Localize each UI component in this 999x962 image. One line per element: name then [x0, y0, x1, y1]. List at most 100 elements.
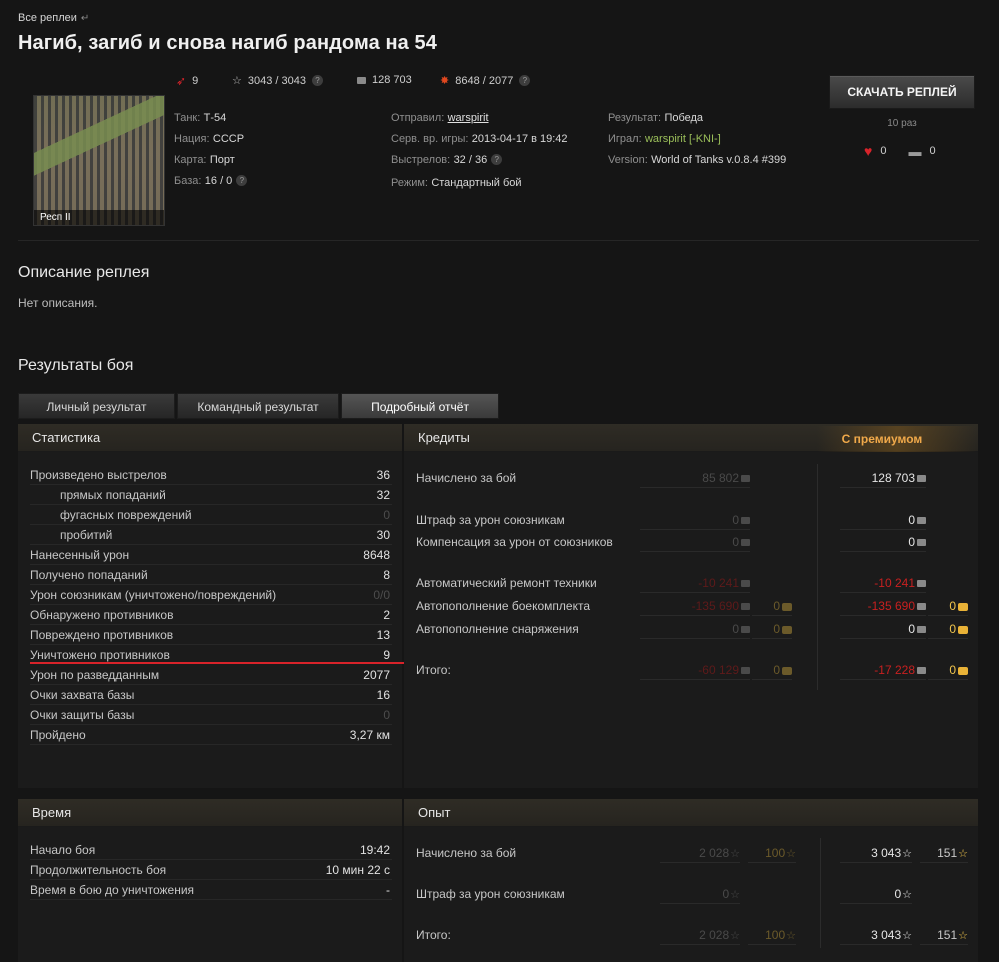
player-name[interactable]: warspirit [-KNI-] — [645, 133, 721, 145]
result-value: Победа — [664, 112, 704, 124]
credits-icon — [741, 539, 750, 547]
xp-base: 2 028☆ — [660, 843, 740, 863]
help-icon[interactable]: ? — [519, 75, 531, 86]
likes-count: 0 — [880, 145, 887, 157]
info-col-1: Танк: Т-54 Нация: СССР Карта: Порт База:… — [174, 110, 374, 194]
column-divider — [820, 838, 821, 948]
credits-icon — [917, 475, 926, 483]
breadcrumb-link[interactable]: Все реплеи — [18, 12, 77, 24]
tab-detailed[interactable]: Подробный отчёт — [341, 393, 499, 419]
map-thumbnail[interactable]: Респ II — [33, 95, 165, 226]
reactions: ♥ 0 ▬ 0 — [864, 143, 936, 159]
server-time-label: Серв. вр. игры: — [391, 133, 469, 145]
base-label: База: — [174, 175, 202, 187]
free-xp-base: 100☆ — [748, 843, 796, 863]
credit-prem: 128 703 — [840, 468, 926, 488]
tank-value: Т-54 — [203, 112, 227, 124]
credit-prem: 0 — [840, 619, 926, 639]
kills-value: 9 — [192, 75, 199, 87]
gold-prem: 0 — [928, 596, 968, 616]
stat-row: прямых попаданий 32 — [30, 485, 392, 505]
xp-base: 0☆ — [660, 884, 740, 904]
comments-count: 0 — [929, 145, 936, 157]
credits-icon — [357, 76, 366, 84]
help-icon[interactable]: ? — [236, 175, 248, 187]
breadcrumb[interactable]: Все реплеи ↵ — [18, 12, 89, 24]
credit-base: -60 129 — [640, 660, 750, 680]
comment-icon[interactable]: ▬ — [908, 144, 921, 159]
mode-label: Режим: — [391, 177, 428, 189]
divider — [18, 240, 979, 241]
credit-prem: 0 — [840, 510, 926, 530]
credit-base: -135 690 — [640, 596, 750, 616]
help-icon[interactable]: ? — [312, 75, 323, 86]
gold-prem: 0 — [928, 619, 968, 639]
credits-icon — [917, 667, 926, 675]
tank-label: Танк: — [174, 112, 201, 124]
credits-icon — [917, 603, 926, 611]
time-title: Время — [18, 799, 402, 827]
download-replay-button[interactable]: СКАЧАТЬ РЕПЛЕЙ — [829, 75, 975, 109]
star-icon: ☆ — [958, 848, 968, 860]
credits-icon — [917, 580, 926, 588]
kills-stat: ➶ 9 — [176, 74, 198, 88]
results-heading: Результаты боя — [18, 357, 134, 374]
tab-team[interactable]: Командный результат — [177, 393, 339, 419]
heart-icon[interactable]: ♥ — [864, 143, 872, 159]
results-tabs: Личный результат Командный результат Под… — [18, 393, 499, 419]
star-icon: ☆ — [730, 889, 740, 901]
star-icon: ☆ — [902, 848, 912, 860]
credits-icon — [917, 517, 926, 525]
stat-row: Пройдено 3,27 км — [30, 725, 392, 745]
credit-base: 0 — [640, 532, 750, 552]
gold-icon — [782, 666, 792, 675]
map-label: Карта: — [174, 154, 207, 166]
time-row: Время в бою до уничтожения - — [30, 880, 392, 900]
page-title: Нагиб, загиб и снова нагиб рандома на 54 — [18, 32, 437, 54]
xp-prem: 0☆ — [840, 884, 912, 904]
explosion-icon: ✸ — [440, 75, 450, 87]
time-row: Начало боя 19:42 — [30, 840, 392, 860]
experience-title: Опыт — [404, 799, 978, 827]
credit-prem: -135 690 — [840, 596, 926, 616]
sender-link[interactable]: warspirit — [448, 112, 489, 124]
info-col-2: Отправил: warspirit Серв. вр. игры: 2013… — [391, 110, 601, 196]
help-icon[interactable]: ? — [491, 154, 503, 166]
return-arrow-icon: ↵ — [80, 13, 90, 24]
damage-stat: ✸ 8648 / 2077 ? — [440, 74, 531, 87]
xp-base: 2 028☆ — [660, 925, 740, 945]
download-count: 10 раз — [887, 118, 917, 129]
nation-label: Нация: — [174, 133, 210, 145]
credit-base: 0 — [640, 619, 750, 639]
stat-row: Очки захвата базы 16 — [30, 685, 392, 705]
credits-icon — [917, 539, 926, 547]
star-icon: ☆ — [902, 889, 912, 901]
gold-icon — [782, 625, 792, 634]
statistics-title: Статистика — [18, 424, 402, 452]
gold-icon — [958, 625, 968, 634]
star-icon: ☆ — [902, 930, 912, 942]
description-heading: Описание реплея — [18, 264, 150, 281]
credit-base: 85 802 — [640, 468, 750, 488]
stat-row: фугасных повреждений 0 — [30, 505, 392, 525]
star-icon: ☆ — [730, 930, 740, 942]
tab-personal[interactable]: Личный результат — [18, 393, 175, 419]
description-text: Нет описания. — [18, 296, 98, 310]
map-value: Порт — [209, 154, 235, 166]
free-xp-prem: 151☆ — [920, 843, 968, 863]
gold-base: 0 — [752, 660, 792, 680]
kills-icon: ➶ — [176, 74, 187, 88]
gold-icon — [958, 602, 968, 611]
mode-value: Стандартный бой — [431, 177, 522, 189]
credit-prem: 0 — [840, 532, 926, 552]
star-icon: ☆ — [730, 848, 740, 860]
credit-base: 0 — [640, 510, 750, 530]
credits-icon — [741, 517, 750, 525]
column-divider — [817, 464, 818, 690]
base-value: 16 / 0 — [204, 175, 233, 187]
credits-heading: Кредиты — [418, 430, 470, 445]
gold-base: 0 — [752, 596, 792, 616]
credits-icon — [741, 580, 750, 588]
damage-value: 8648 / 2077 — [455, 74, 514, 87]
free-xp-prem: 151☆ — [920, 925, 968, 945]
